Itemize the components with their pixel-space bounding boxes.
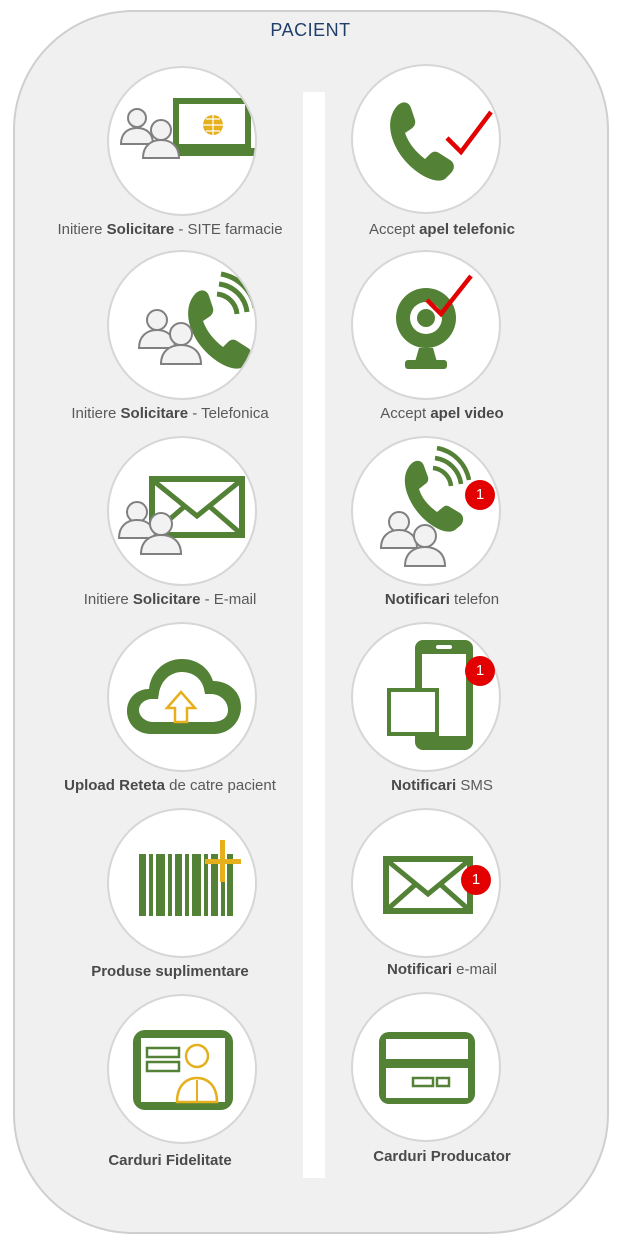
- panel-title: PACIENT: [270, 20, 351, 40]
- webcam-check-icon: [396, 274, 473, 369]
- cloud-upload-icon: [127, 659, 241, 734]
- carduri-producator-caption: Carduri Producator: [373, 1148, 511, 1165]
- carduri-fidelitate-circle[interactable]: [107, 994, 257, 1144]
- column-divider: [303, 92, 325, 1178]
- email-request-circle[interactable]: [107, 436, 257, 586]
- notificari-sms-circle[interactable]: [351, 622, 501, 772]
- smartphone-chat-icon: [387, 640, 473, 750]
- apel-video-circle[interactable]: [351, 250, 501, 400]
- phone-check-icon: [390, 102, 493, 181]
- sms-notification-badge: 1: [465, 656, 495, 686]
- loyalty-card-icon: [133, 1030, 233, 1110]
- carduri-producator-circle[interactable]: [351, 992, 501, 1142]
- credit-card-icon: [379, 1032, 475, 1104]
- email-request-caption: Initiere Solicitare - E-mail: [83, 591, 257, 608]
- apel-telefonic-circle[interactable]: [351, 64, 501, 214]
- phone-notification-badge: 1: [465, 480, 495, 510]
- notificari-telefon-circle[interactable]: [351, 436, 501, 586]
- produse-circle[interactable]: [107, 808, 257, 958]
- notificari-email-caption: Notificari e-mail: [386, 961, 498, 978]
- telefonica-circle[interactable]: [107, 250, 257, 400]
- email-notification-badge: 1: [461, 865, 491, 895]
- envelope-people-icon: [117, 476, 245, 555]
- upload-reteta-caption: Upload Reteta de catre pacient: [64, 777, 276, 794]
- site-farmacie-caption: Initiere Solicitare - SITE farmacie: [57, 221, 283, 238]
- apel-telefonic-caption: Accept apel telefonic: [369, 221, 515, 238]
- produse-caption: Produse suplimentare: [91, 963, 249, 980]
- apel-video-caption: Accept apel video: [380, 405, 504, 422]
- phone-people-icon: [137, 271, 255, 369]
- upload-reteta-circle[interactable]: [107, 622, 257, 772]
- phone-notification-icon: [379, 445, 472, 567]
- barcode-plus-icon: [139, 840, 241, 916]
- notificari-sms-caption: Notificari SMS: [391, 777, 493, 794]
- site-farmacie-circle[interactable]: [107, 66, 257, 216]
- telefonica-caption: Initiere Solicitare - Telefonica: [71, 405, 269, 422]
- carduri-fidelitate-caption: Carduri Fidelitate: [108, 1152, 232, 1169]
- laptop-people-icon: [119, 98, 255, 159]
- notificari-telefon-caption: Notificari telefon: [384, 591, 500, 608]
